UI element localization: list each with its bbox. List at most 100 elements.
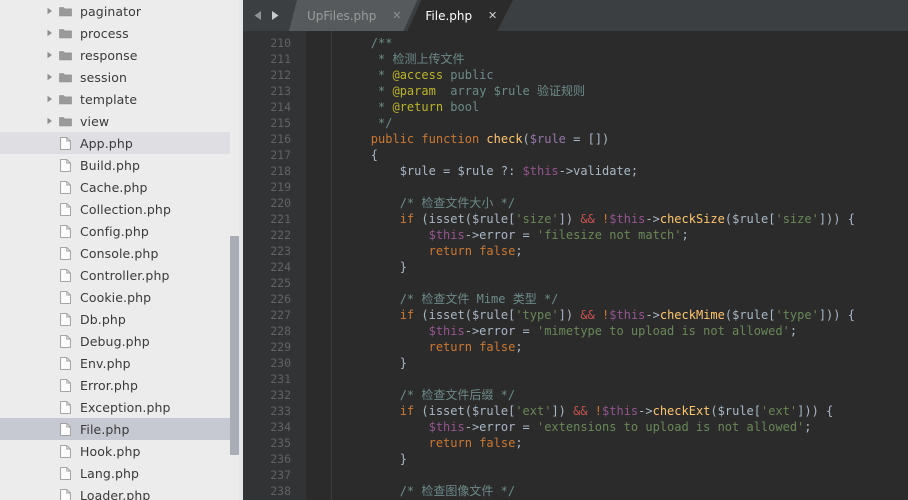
tree-file-build-php[interactable]: Build.php [0,154,243,176]
tree-file-exception-php[interactable]: Exception.php [0,396,243,418]
code-token: ->error = [464,324,537,338]
code-token: ]) [558,308,581,322]
folder-icon [55,66,75,88]
line-number: 234 [270,420,291,434]
code-text: * @return bool [313,99,479,115]
line-number: 211 [270,52,291,66]
folder-icon [55,88,75,110]
line-number: 222 [270,228,291,242]
tree-file-collection-php[interactable]: Collection.php [0,198,243,220]
code-token: if [399,404,415,418]
chevron-right-icon[interactable] [43,66,55,88]
tree-folder-session[interactable]: session [0,66,243,88]
code-line: 227 if (isset($rule['type']) && !$this->… [243,307,908,323]
tree-file-config-php[interactable]: Config.php [0,220,243,242]
code-text: /* 检查图像文件 */ [313,483,515,499]
tree-folder-process[interactable]: process [0,22,243,44]
code-token: ! [587,404,603,418]
chevron-right-icon[interactable] [43,88,55,110]
code-token: false [479,436,516,450]
tree-file-app-php[interactable]: App.php [0,132,243,154]
code-token: $rule [471,308,509,322]
tabs-container: UpFiles.php ✕ File.php ✕ [289,0,513,31]
file-icon [55,132,75,154]
tree-file-debug-php[interactable]: Debug.php [0,330,243,352]
sidebar-scrollbar-thumb[interactable] [230,236,239,455]
tab-navigation-arrows[interactable] [243,0,289,31]
code-text: public function check($rule = []) [313,131,609,147]
tree-folder-paginator[interactable]: paginator [0,0,243,22]
sidebar-scrollbar-track[interactable] [230,0,239,500]
tree-folder-response[interactable]: response [0,44,243,66]
code-token: /* 检查文件 Mime 类型 */ [399,292,559,306]
code-token: $this [609,212,646,226]
tree-folder-template[interactable]: template [0,88,243,110]
tree-file-controller-php[interactable]: Controller.php [0,264,243,286]
code-line: 215 */ [243,115,908,131]
file-icon [55,264,75,286]
tree-item-label: Lang.php [80,465,140,481]
file-icon [55,418,75,440]
tree-file-console-php[interactable]: Console.php [0,242,243,264]
chevron-right-icon[interactable] [43,44,55,66]
code-line: 230 } [243,355,908,371]
source-code-lines: 210 /** 211 * 检测上传文件 212 * @access public 2… [243,35,908,500]
chevron-right-icon[interactable] [43,22,55,44]
line-number: 231 [270,372,291,386]
forward-arrow-icon[interactable] [268,9,281,22]
ide-window: paginator process response session template v… [0,0,908,500]
tree-file-env-php[interactable]: Env.php [0,352,243,374]
tree-folder-view[interactable]: view [0,110,243,132]
code-token: ; [681,228,689,242]
code-token: ])) { [797,404,834,418]
code-token: 'ext' [515,404,552,418]
file-icon [55,176,75,198]
tree-file-db-php[interactable]: Db.php [0,308,243,330]
tree-file-lang-php[interactable]: Lang.php [0,462,243,484]
code-token: 'extensions to upload is not allowed' [536,420,805,434]
close-icon[interactable]: ✕ [390,9,403,22]
code-editor-pane: UpFiles.php ✕ File.php ✕ 210 /** 211 * 检测上传文… [243,0,908,500]
project-file-tree[interactable]: paginator process response session template v… [0,0,243,500]
file-icon [55,286,75,308]
tree-item-label: paginator [80,3,142,19]
tree-file-file-php[interactable]: File.php [0,418,243,440]
chevron-right-icon[interactable] [43,110,55,132]
line-number: 235 [270,436,291,450]
tree-file-hook-php[interactable]: Hook.php [0,440,243,462]
code-token: $rule [732,212,769,226]
tree-file-error-php[interactable]: Error.php [0,374,243,396]
code-token: ! [594,308,610,322]
file-icon [55,396,75,418]
tree-file-cookie-php[interactable]: Cookie.php [0,286,243,308]
code-token: -> [645,212,660,226]
chevron-right-icon[interactable] [43,0,55,22]
close-icon[interactable]: ✕ [486,9,499,22]
tree-file-cache-php[interactable]: Cache.php [0,176,243,198]
code-text: return false; [313,339,523,355]
editor-tab-upfiles-php[interactable]: UpFiles.php ✕ [289,0,417,31]
editor-tab-file-php[interactable]: File.php ✕ [407,0,513,31]
code-line: 214 * @return bool [243,99,908,115]
code-token: /* 检查文件后缀 */ [399,388,516,402]
line-number: 236 [270,452,291,466]
code-line: 231 [243,371,908,387]
code-token: && [573,404,588,418]
tree-file-loader-php[interactable]: Loader.php [0,484,243,500]
code-token: $rule [732,308,769,322]
back-arrow-icon[interactable] [252,9,265,22]
tree-item-label: Config.php [80,223,149,239]
code-viewport[interactable]: 210 /** 211 * 检测上传文件 212 * @access public 2… [243,31,908,500]
